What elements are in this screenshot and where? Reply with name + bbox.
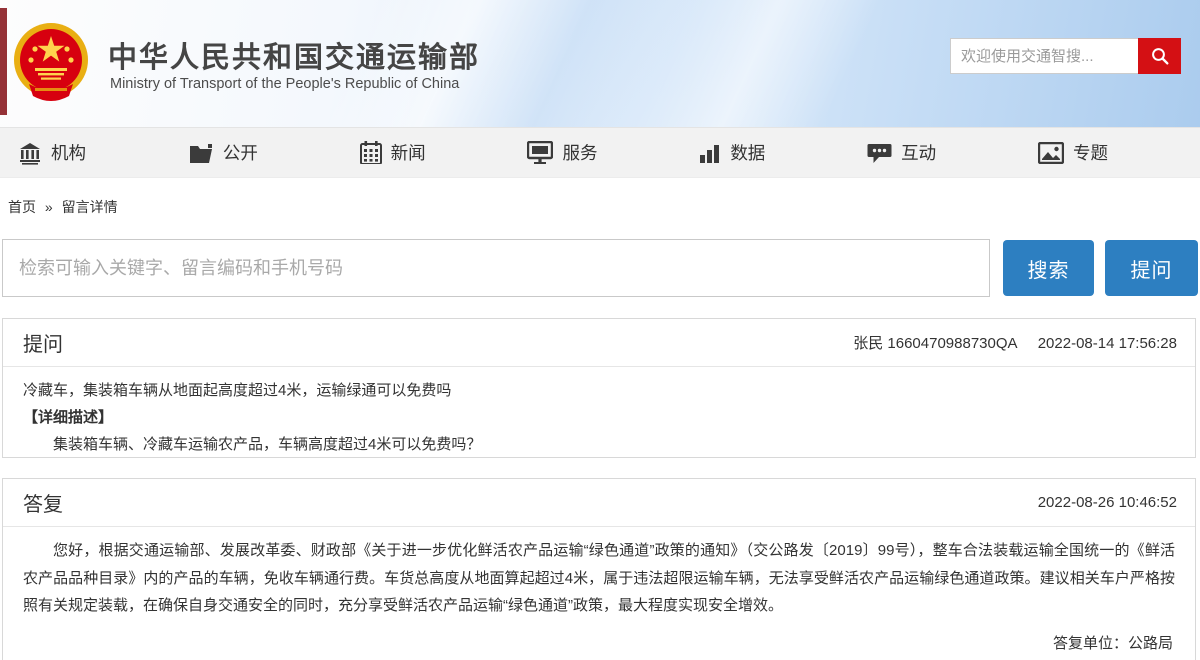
- reply-panel-header: 答复 2022-08-26 10:46:52: [3, 479, 1195, 527]
- site-title: 中华人民共和国交通运输部: [108, 34, 480, 76]
- main-nav: 机构 公开 新闻 服务: [0, 127, 1200, 178]
- question-meta: 张民 1660470988730QA 2022-08-14 17:56:28: [853, 332, 1177, 353]
- search-button[interactable]: 搜索: [1003, 240, 1094, 296]
- question-panel-header: 提问 张民 1660470988730QA 2022-08-14 17:56:2…: [3, 319, 1195, 367]
- folder-icon: [188, 142, 214, 164]
- bank-icon: [18, 141, 42, 165]
- picture-icon: [1038, 142, 1064, 164]
- calendar-icon: [360, 141, 382, 164]
- reply-text: 您好，根据交通运输部、发展改革委、财政部《关于进一步优化鲜活农产品运输“绿色通道…: [23, 537, 1175, 620]
- nav-item-institutions[interactable]: 机构: [18, 140, 86, 165]
- nav-label: 服务: [562, 140, 597, 165]
- bar-chart-icon: [699, 142, 721, 164]
- nav-item-topics[interactable]: 专题: [1038, 140, 1108, 165]
- question-section-title: 提问: [23, 328, 63, 357]
- reply-section-title: 答复: [23, 488, 63, 517]
- reply-body: 您好，根据交通运输部、发展改革委、财政部《关于进一步优化鲜活农产品运输“绿色通道…: [3, 527, 1195, 657]
- message-search-input[interactable]: [2, 239, 990, 297]
- nav-item-services[interactable]: 服务: [527, 140, 597, 165]
- question-panel: 提问 张民 1660470988730QA 2022-08-14 17:56:2…: [2, 318, 1196, 458]
- nav-item-interaction[interactable]: 互动: [867, 140, 936, 165]
- smart-search-button[interactable]: [1138, 38, 1181, 74]
- reply-timestamp: 2022-08-26 10:46:52: [1038, 494, 1177, 511]
- question-title-line: 冷藏车，集装箱车辆从地面起高度超过4米，运输绿通可以免费吗: [23, 377, 1175, 404]
- question-detail-text: 集装箱车辆、冷藏车运输农产品，车辆高度超过4米可以免费吗？: [23, 431, 1175, 458]
- reply-panel: 答复 2022-08-26 10:46:52 您好，根据交通运输部、发展改革委、…: [2, 478, 1196, 660]
- left-red-strip: [0, 8, 7, 115]
- breadcrumb-home-link[interactable]: 首页: [8, 199, 36, 215]
- question-detail-label: 【详细描述】: [23, 404, 1175, 431]
- site-subtitle: Ministry of Transport of the People's Re…: [110, 76, 459, 92]
- monitor-icon: [527, 141, 553, 164]
- nav-label: 互动: [901, 140, 936, 165]
- nav-label: 新闻: [391, 140, 426, 165]
- question-code: 1660470988730QA: [887, 335, 1017, 352]
- site-header: 中华人民共和国交通运输部 Ministry of Transport of th…: [0, 0, 1200, 127]
- smart-search-input[interactable]: [950, 38, 1138, 74]
- national-emblem-icon: [11, 22, 91, 104]
- nav-item-data[interactable]: 数据: [699, 140, 765, 165]
- breadcrumb: 首页 » 留言详情: [8, 197, 118, 217]
- search-icon: [1150, 46, 1170, 66]
- message-detail-page: 中华人民共和国交通运输部 Ministry of Transport of th…: [0, 0, 1200, 660]
- smart-search: [950, 38, 1181, 74]
- reply-unit-line: 答复单位：公路局: [23, 630, 1175, 657]
- question-author: 张民: [853, 335, 883, 352]
- nav-label: 机构: [51, 140, 86, 165]
- question-timestamp: 2022-08-14 17:56:28: [1038, 335, 1177, 352]
- nav-label: 数据: [730, 140, 765, 165]
- nav-item-disclosure[interactable]: 公开: [188, 140, 258, 165]
- nav-label: 专题: [1073, 140, 1108, 165]
- question-body: 冷藏车，集装箱车辆从地面起高度超过4米，运输绿通可以免费吗 【详细描述】 集装箱…: [3, 367, 1195, 458]
- nav-item-news[interactable]: 新闻: [360, 140, 426, 165]
- speech-bubble-icon: [867, 141, 892, 164]
- breadcrumb-current: 留言详情: [62, 199, 118, 215]
- message-search-bar: 搜索 提问: [2, 239, 1198, 297]
- breadcrumb-separator: »: [45, 199, 53, 215]
- ask-question-button[interactable]: 提问: [1105, 240, 1198, 296]
- nav-label: 公开: [223, 140, 258, 165]
